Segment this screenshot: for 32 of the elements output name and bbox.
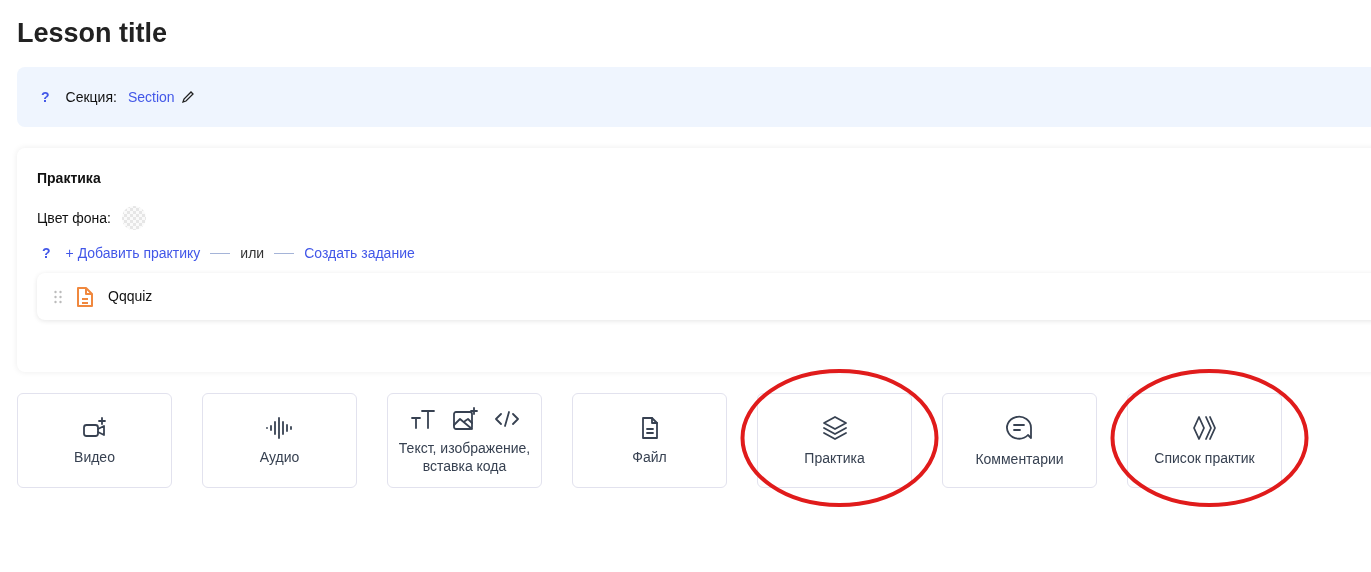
content-type-tile[interactable]: Файл — [572, 393, 727, 488]
add-image-icon — [451, 406, 478, 431]
content-type-tile[interactable]: Видео — [17, 393, 172, 488]
document-icon — [76, 285, 94, 308]
section-link[interactable]: Section — [127, 86, 175, 108]
content-type-tile[interactable]: Комментарии — [942, 393, 1097, 488]
layers-icon — [820, 414, 849, 441]
add-practice-link[interactable]: + Добавить практику — [65, 242, 201, 264]
content-type-tile[interactable]: Текст, изображение, вставка кода — [387, 393, 542, 488]
video-camera-icon — [81, 415, 108, 440]
help-link[interactable]: ? — [42, 242, 51, 264]
lesson-title: Lesson title — [17, 17, 169, 50]
practice-item[interactable]: Qqquiz — [37, 273, 1371, 320]
transparent-color-swatch[interactable] — [121, 205, 147, 231]
help-link[interactable]: ? — [41, 86, 50, 108]
content-type-tile[interactable]: Практика — [757, 393, 912, 488]
section-label: Секция: — [65, 87, 117, 107]
code-icon — [493, 409, 520, 428]
or-text: или — [240, 243, 265, 263]
content-type-tile[interactable]: Список практик — [1127, 393, 1282, 488]
create-task-link[interactable]: Создать задание — [304, 242, 415, 264]
sound-wave-icon — [264, 415, 295, 440]
practice-item-title: Qqquiz — [108, 287, 153, 306]
content-type-tile[interactable]: Аудио — [202, 393, 357, 488]
practice-heading: Практика — [37, 169, 102, 187]
drag-handle-icon[interactable] — [54, 289, 62, 304]
background-color-label: Цвет фона: — [37, 208, 111, 228]
chevrons-icon — [1191, 414, 1218, 441]
edit-pencil-icon[interactable] — [180, 90, 195, 104]
speech-bubble-icon — [1004, 413, 1035, 442]
document-icon — [639, 415, 660, 440]
text-size-icon — [409, 407, 436, 430]
